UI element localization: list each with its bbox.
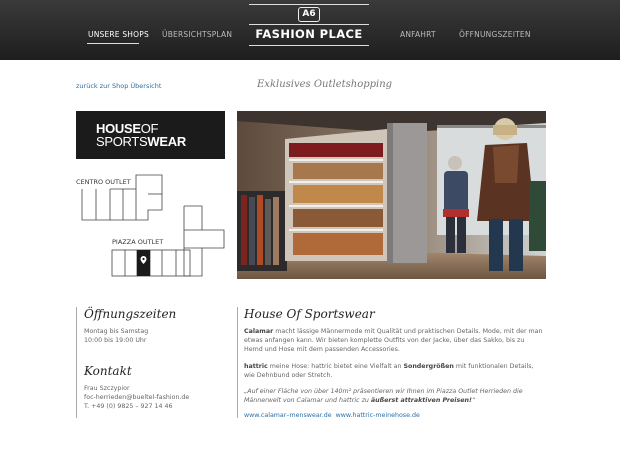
brand-logo-line2: SPORTSWEAR	[96, 134, 186, 149]
shop-links: www.calamar–menswear.de www.hattric-mein…	[244, 411, 544, 420]
piazza-outlet-label: PIAZZA OUTLET	[112, 238, 164, 246]
logo-badge: A6	[298, 7, 320, 22]
hattric-website-link[interactable]: www.hattric-meinehose.de	[336, 412, 420, 419]
tagline: Exklusives Outletshopping	[257, 79, 393, 90]
house-of-sportswear-logo: HOUSEOF SPORTSWEAR	[76, 111, 225, 159]
fashion-place-logo[interactable]: A6 FASHION PLACE	[249, 0, 369, 60]
contact-phone: T. +49 (0) 9825 – 927 14 46	[84, 403, 173, 410]
shop-title: House Of Sportswear	[244, 307, 375, 321]
outlet-floorplan	[81, 174, 225, 277]
logo-top-rule	[249, 4, 369, 5]
nav-unsere-shops[interactable]: UNSERE SHOPS	[88, 30, 149, 39]
quote-bold: äußerst attraktiven Preisen!	[370, 397, 472, 404]
back-to-shop-overview-link[interactable]: zurück zur Shop Übersicht	[76, 82, 161, 90]
shop-description-calamar: Calamar macht lässige Männermode mit Qua…	[244, 327, 544, 354]
hattric-text-a: meine Hose: hattric bietet eine Vielfalt…	[267, 363, 404, 370]
calamar-website-link[interactable]: www.calamar–menswear.de	[244, 412, 332, 419]
shop-quote: „Auf einer Fläche von über 140m² präsent…	[244, 387, 544, 405]
right-column-divider	[237, 307, 238, 418]
calamar-text: macht lässige Männermode mit Qualität un…	[244, 328, 543, 353]
active-nav-underline	[87, 43, 139, 44]
opening-hours-title: Öffnungszeiten	[84, 307, 177, 321]
logo-mid-rule	[249, 24, 369, 25]
shop-description-hattric: hattric meine Hose: hattric bietet eine …	[244, 362, 544, 380]
contact-title: Kontakt	[84, 364, 132, 378]
centro-outlet-label: CENTRO OUTLET	[76, 178, 131, 186]
contact-name: Frau Szczypior	[84, 385, 130, 392]
nav-uebersichtsplan[interactable]: ÜBERSICHTSPLAN	[162, 30, 232, 39]
hattric-sizes: Sondergrößen	[403, 363, 454, 370]
brand-logo-sports: SPORTS	[96, 134, 148, 149]
calamar-brand: Calamar	[244, 328, 274, 335]
hattric-brand: hattric	[244, 363, 268, 370]
store-interior-photo	[237, 111, 546, 279]
store-photo-illustration	[237, 111, 546, 279]
contact-email[interactable]: foc-herrieden@bueltel-fashion.de	[84, 393, 189, 402]
opening-hours-time: 10:00 bis 19:00 Uhr	[84, 337, 147, 344]
brand-logo-wear: WEAR	[147, 134, 186, 149]
opening-hours-days: Montag bis Samstag	[84, 328, 149, 335]
outlet-location-map: CENTRO OUTLET PIAZZA OUTLET	[76, 172, 231, 280]
nav-anfahrt[interactable]: ANFAHRT	[400, 30, 436, 39]
logo-wordmark: FASHION PLACE	[255, 27, 363, 41]
logo-bottom-rule	[249, 45, 369, 46]
quote-end: “	[471, 397, 476, 404]
top-navigation-bar: UNSERE SHOPS ÜBERSICHTSPLAN A6 FASHION P…	[0, 0, 620, 60]
left-column-divider	[76, 307, 77, 418]
nav-oeffnungszeiten[interactable]: ÖFFNUNGSZEITEN	[459, 30, 531, 39]
